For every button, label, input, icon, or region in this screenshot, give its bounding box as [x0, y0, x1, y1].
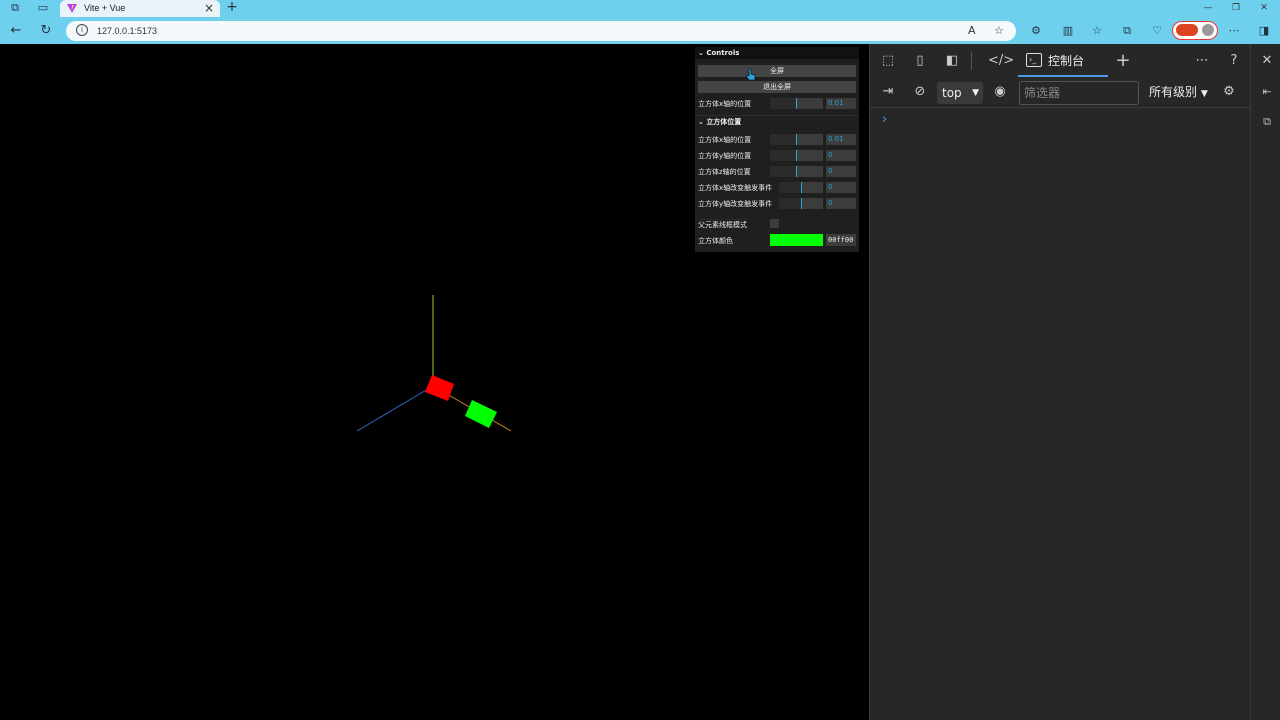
title-bar: ⧉ ▭ Vite + Vue × + — ❐ ✕: [0, 0, 1280, 17]
help-icon[interactable]: ?: [1224, 52, 1244, 70]
controls-title[interactable]: ⌄ Controls: [695, 47, 859, 59]
folder-row-slider[interactable]: [770, 150, 823, 161]
profile-badge: [1176, 24, 1198, 36]
console-tab-label: 控制台: [1048, 54, 1085, 68]
console-settings-gear-icon[interactable]: ⚙: [1219, 83, 1239, 101]
folder-row-input[interactable]: 0: [826, 198, 856, 209]
filter-input[interactable]: 筛选器: [1019, 81, 1139, 105]
console-filter-bar: ⇥ ⊘ top ▼ ◉ 筛选器 所有级别 ▼ ⚙: [870, 78, 1250, 108]
folder-row-slider[interactable]: [779, 182, 823, 193]
browser-essentials-icon[interactable]: ♡: [1148, 22, 1166, 40]
extensions-icon[interactable]: ⚙: [1027, 22, 1045, 40]
workspaces-icon[interactable]: ⧉: [7, 1, 23, 15]
slider-knob[interactable]: [801, 198, 802, 209]
folder-row-input[interactable]: 0.01: [826, 134, 856, 145]
elements-tab-icon[interactable]: </>: [988, 52, 1014, 70]
chevron-down-icon: ▼: [1200, 89, 1208, 99]
url-text: 127.0.0.1:5173: [97, 26, 158, 36]
console-prompt[interactable]: ›: [882, 112, 887, 128]
x-position-input[interactable]: 0.01: [826, 98, 856, 109]
back-icon[interactable]: ←: [7, 22, 25, 40]
vite-logo-icon: [67, 4, 77, 13]
tab-actions-icon[interactable]: ▭: [35, 1, 51, 15]
controls-panel: ⌄ Controls 全屏 退出全屏 立方体x轴的位置 0.01 ⌄ 立方体位置…: [695, 47, 859, 252]
dock-panel-icon[interactable]: ⇤: [1259, 84, 1275, 100]
devtools-panel: ⬚ ▯ ◧ </> ›_ 控制台 + ⋯ ? ⇥ ⊘ top ▼ ◉ 筛选器 所…: [869, 44, 1280, 720]
live-expression-eye-icon[interactable]: ◉: [990, 83, 1010, 101]
address-bar[interactable]: i 127.0.0.1:5173 A ☆: [66, 21, 1016, 41]
avatar: [1202, 24, 1214, 36]
split-screen-icon[interactable]: ▥: [1059, 22, 1077, 40]
read-aloud-icon[interactable]: A: [968, 24, 976, 38]
folder-row-label: 立方体y轴的位置: [698, 152, 752, 160]
refresh-icon[interactable]: ↻: [37, 22, 55, 40]
favorite-star-icon[interactable]: ☆: [994, 24, 1004, 38]
slider-knob[interactable]: [796, 166, 797, 177]
color-label: 立方体颜色: [698, 237, 733, 245]
folder-row-input[interactable]: 0: [826, 166, 856, 177]
minimize-button[interactable]: —: [1198, 1, 1218, 15]
slider-knob[interactable]: [796, 150, 797, 161]
sidebar-toggle-icon[interactable]: ◨: [1255, 22, 1273, 40]
more-menu-icon[interactable]: ⋯: [1225, 22, 1243, 40]
color-hex-input[interactable]: 00ff00: [826, 234, 856, 246]
red-cube[interactable]: [425, 375, 454, 401]
folder-row-slider[interactable]: [779, 198, 823, 209]
chevron-down-icon: ▼: [972, 88, 979, 98]
folder-row-input[interactable]: 0: [826, 182, 856, 193]
green-cube[interactable]: [465, 400, 497, 428]
tab-console[interactable]: ›_ 控制台: [1018, 44, 1108, 78]
copy-icon[interactable]: ⧉: [1259, 114, 1275, 130]
folder-row-label: 立方体x轴的位置: [698, 136, 752, 144]
restore-button[interactable]: ❐: [1226, 1, 1246, 15]
wireframe-checkbox[interactable]: [770, 219, 779, 228]
exit-fullscreen-button[interactable]: 退出全屏: [698, 81, 856, 93]
add-tab-icon[interactable]: +: [1113, 52, 1133, 70]
clear-console-icon[interactable]: ⊘: [910, 83, 930, 101]
folder-row-slider[interactable]: [770, 134, 823, 145]
threejs-canvas[interactable]: ⌄ Controls 全屏 退出全屏 立方体x轴的位置 0.01 ⌄ 立方体位置…: [0, 44, 869, 720]
folder-row-label: 立方体x轴改变触发事件: [698, 184, 773, 192]
color-swatch[interactable]: [770, 234, 823, 246]
console-icon: ›_: [1026, 53, 1042, 67]
folder-row-slider[interactable]: [770, 166, 823, 177]
z-axis-line: [356, 385, 434, 432]
tab-close-icon[interactable]: ×: [204, 1, 214, 15]
dock-side-icon[interactable]: ◧: [942, 52, 962, 70]
context-select[interactable]: top ▼: [937, 82, 983, 104]
cursor-hand-icon: [745, 68, 756, 81]
device-emulation-icon[interactable]: ▯: [910, 52, 930, 70]
new-tab-button[interactable]: +: [224, 0, 240, 16]
profile-button[interactable]: [1172, 21, 1218, 40]
close-devtools-icon[interactable]: ✕: [1257, 52, 1277, 70]
wireframe-label: 父元素线框模式: [698, 219, 747, 229]
devtools-side-strip: ✕ ⇤ ⧉: [1250, 44, 1280, 720]
folder-row-input[interactable]: 0: [826, 150, 856, 161]
devtools-toolbar: ⬚ ▯ ◧ </> ›_ 控制台 + ⋯ ?: [870, 44, 1250, 78]
folder-row-label: 立方体y轴改变触发事件: [698, 200, 773, 208]
inspect-element-icon[interactable]: ⬚: [878, 52, 898, 70]
folder-cube-position[interactable]: ⌄ 立方体位置: [695, 115, 859, 127]
log-levels-dropdown[interactable]: 所有级别 ▼: [1149, 83, 1208, 103]
x-position-slider[interactable]: [770, 98, 823, 109]
slider-knob[interactable]: [796, 98, 797, 109]
x-position-label: 立方体x轴的位置: [698, 100, 752, 108]
favorites-icon[interactable]: ☆: [1088, 22, 1106, 40]
more-tools-icon[interactable]: ⋯: [1192, 52, 1212, 70]
slider-knob[interactable]: [801, 182, 802, 193]
navigation-bar: ← ↻ i 127.0.0.1:5173 A ☆ ⚙ ▥ ☆ ⧉ ♡ ⋯ ◨: [0, 17, 1280, 44]
sidebar-toggle-icon[interactable]: ⇥: [878, 83, 898, 101]
browser-tab[interactable]: Vite + Vue ×: [60, 0, 220, 17]
fullscreen-button[interactable]: 全屏: [698, 65, 856, 77]
collections-icon[interactable]: ⧉: [1118, 22, 1136, 40]
site-info-icon[interactable]: i: [76, 24, 88, 36]
slider-knob[interactable]: [796, 134, 797, 145]
tab-title: Vite + Vue: [84, 3, 126, 13]
close-window-button[interactable]: ✕: [1254, 1, 1274, 15]
browser-window: ⧉ ▭ Vite + Vue × + — ❐ ✕ ← ↻ i 127.0.0.1…: [0, 0, 1280, 720]
folder-row-label: 立方体z轴的位置: [698, 168, 751, 176]
